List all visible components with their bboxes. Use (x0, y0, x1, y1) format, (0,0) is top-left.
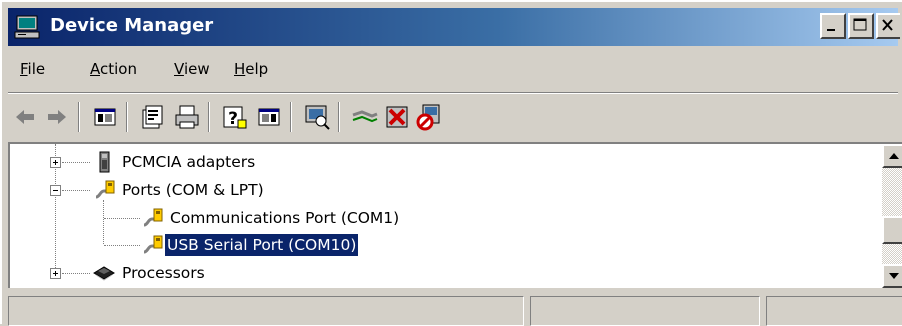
tree-item-label[interactable]: PCMCIA adapters (120, 151, 257, 173)
toolbar-separator (208, 102, 210, 132)
tree-line (104, 218, 140, 219)
menu-help-accelerator: H (234, 60, 246, 78)
menu-help-label: elp (245, 60, 269, 78)
port-connector-icon (95, 180, 115, 199)
minimize-icon (827, 29, 835, 31)
close-button[interactable] (876, 13, 900, 39)
properties-icon[interactable] (138, 102, 168, 132)
maximize-icon (853, 18, 867, 31)
window-title: Device Manager (50, 15, 214, 36)
tree-collapse-toggle[interactable] (50, 185, 61, 196)
tree-line (62, 162, 90, 163)
scan-hardware-changes-icon[interactable] (302, 102, 332, 132)
pcmcia-card-icon (99, 151, 110, 173)
back-arrow-icon[interactable] (10, 102, 40, 132)
update-driver-icon[interactable] (350, 102, 380, 132)
arrow-down-icon (889, 273, 899, 279)
tree-line (103, 200, 104, 244)
maximize-button[interactable] (848, 13, 874, 39)
tree-item-label[interactable]: Processors (120, 262, 207, 284)
menu-view-accelerator: V (174, 60, 184, 78)
disable-icon[interactable] (414, 102, 444, 132)
tree-item-label[interactable]: Ports (COM & LPT) (120, 179, 266, 201)
computer-icon (14, 15, 40, 39)
menu-bar: File Action View Help (8, 52, 898, 88)
menu-view[interactable]: View (174, 60, 210, 78)
title-bar[interactable]: Device Manager (8, 8, 900, 46)
device-manager-window: Device Manager File Action View Help ? P… (0, 0, 902, 326)
tree-expand-toggle[interactable] (50, 268, 61, 279)
menu-help[interactable]: Help (234, 60, 268, 78)
show-hide-console-tree-icon[interactable] (90, 102, 120, 132)
arrow-up-icon (889, 153, 899, 159)
menu-file-label: ile (27, 60, 46, 78)
status-panel (766, 296, 902, 326)
processor-chip-icon (93, 266, 115, 281)
tree-item-label[interactable]: Communications Port (COM1) (168, 207, 401, 229)
menu-separator (8, 92, 898, 94)
menu-file[interactable]: File (20, 60, 45, 78)
menu-action-label: ction (100, 60, 137, 78)
menu-file-accelerator: F (20, 60, 28, 78)
menu-action-accelerator: A (90, 60, 100, 78)
forward-arrow-icon[interactable] (42, 102, 72, 132)
scroll-up-button[interactable] (882, 144, 902, 168)
show-hide-action-pane-icon[interactable] (254, 102, 284, 132)
toolbar-separator (78, 102, 80, 132)
toolbar-separator (338, 102, 340, 132)
tree-item-label-selected[interactable]: USB Serial Port (COM10) (163, 233, 360, 257)
status-panel (530, 296, 760, 326)
menu-view-label: iew (183, 60, 210, 78)
tree-line (62, 273, 90, 274)
tree-line (104, 245, 140, 246)
scroll-down-button[interactable] (882, 264, 902, 288)
toolbar-separator (126, 102, 128, 132)
device-tree[interactable]: PCMCIA adapters Ports (COM & LPT) Commun… (8, 142, 902, 288)
status-panel (8, 296, 524, 326)
uninstall-icon[interactable] (382, 102, 412, 132)
tree-line (62, 190, 90, 191)
port-connector-icon (143, 208, 163, 227)
vertical-scrollbar[interactable] (882, 144, 902, 288)
menu-action[interactable]: Action (90, 60, 137, 78)
toolbar: ? (8, 98, 898, 138)
toolbar-separator (290, 102, 292, 132)
minimize-button[interactable] (820, 13, 846, 39)
svg-text:?: ? (228, 109, 238, 129)
scroll-thumb[interactable] (882, 216, 902, 244)
tree-expand-toggle[interactable] (50, 157, 61, 168)
status-bar (8, 294, 902, 326)
port-connector-icon (143, 235, 163, 254)
print-icon[interactable] (172, 102, 202, 132)
help-icon[interactable]: ? (220, 102, 250, 132)
close-icon (882, 19, 893, 31)
